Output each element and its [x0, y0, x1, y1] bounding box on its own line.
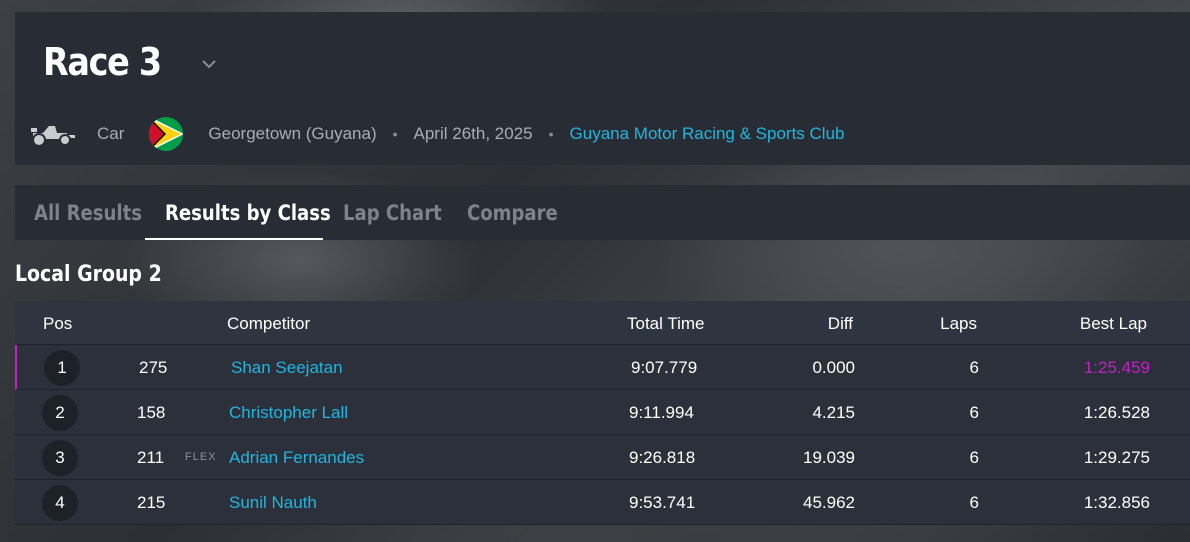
club-link[interactable]: Guyana Motor Racing & Sports Club — [570, 124, 845, 144]
car-number: 211 — [137, 448, 165, 467]
laps: 6 — [969, 403, 979, 422]
race-meta: Car Georgetown (Guyana) • April 26th, 20… — [29, 116, 844, 152]
separator-dot: • — [392, 126, 398, 142]
competitor-link[interactable]: Shan Seejatan — [231, 358, 343, 378]
laps: 6 — [969, 493, 979, 512]
active-tab-indicator — [145, 238, 323, 240]
chevron-down-icon[interactable] — [201, 56, 217, 72]
tab-compare[interactable]: Compare — [467, 185, 558, 240]
vehicle-type: Car — [97, 124, 125, 143]
race-date: April 26th, 2025 — [413, 124, 533, 143]
diff: 19.039 — [803, 448, 855, 467]
results-table: Pos Competitor Total Time Diff Laps Best… — [15, 301, 1190, 525]
car-number: 158 — [137, 403, 166, 422]
header-pos[interactable]: Pos — [43, 314, 72, 334]
position-badge: 4 — [42, 485, 78, 521]
total-time: 9:11.994 — [629, 403, 694, 422]
diff: 45.962 — [803, 493, 855, 512]
tab-lap-chart[interactable]: Lap Chart — [343, 185, 442, 240]
page-title: Race 3 — [43, 40, 162, 84]
results-tabs: All Results Results by Class Lap Chart C… — [15, 185, 1190, 240]
location: Georgetown (Guyana) — [208, 124, 377, 143]
tab-results-by-class[interactable]: Results by Class — [165, 185, 331, 240]
total-time: 9:07.779 — [631, 358, 698, 377]
table-row[interactable]: 2 158 Christopher Lall 9:11.994 4.215 6 … — [15, 390, 1190, 435]
header-laps[interactable]: Laps — [940, 314, 977, 334]
table-row[interactable]: 3 211 FLEX Adrian Fernandes 9:26.818 19.… — [15, 435, 1190, 480]
class-group-title: Local Group 2 — [15, 262, 162, 287]
table-row[interactable]: 4 215 Sunil Nauth 9:53.741 45.962 6 1:32… — [15, 480, 1190, 525]
table-header: Pos Competitor Total Time Diff Laps Best… — [15, 301, 1190, 345]
tab-all-results[interactable]: All Results — [34, 185, 142, 240]
competitor-link[interactable]: Sunil Nauth — [229, 493, 317, 513]
table-row[interactable]: 1 275 Shan Seejatan 9:07.779 0.000 6 1:2… — [15, 345, 1190, 390]
race-header: Race 3 Car Georgetown (Guyana) • April 2… — [15, 12, 1190, 165]
position-badge: 1 — [44, 350, 80, 386]
laps: 6 — [969, 358, 979, 377]
competitor-link[interactable]: Adrian Fernandes — [229, 448, 364, 468]
header-total-time[interactable]: Total Time — [627, 314, 704, 334]
guyana-flag-icon — [149, 117, 184, 151]
best-lap: 1:32.856 — [1083, 493, 1150, 512]
best-lap: 1:25.459 — [1083, 358, 1150, 377]
flex-badge: FLEX — [185, 451, 217, 463]
car-number: 275 — [139, 358, 168, 377]
header-diff[interactable]: Diff — [828, 314, 853, 334]
best-lap: 1:26.528 — [1083, 403, 1150, 422]
total-time: 9:26.818 — [629, 448, 696, 467]
position-badge: 2 — [42, 395, 78, 431]
separator-dot: • — [548, 126, 554, 142]
car-number: 215 — [137, 493, 166, 512]
race-car-icon — [31, 126, 75, 147]
position-badge: 3 — [42, 440, 78, 476]
title-row[interactable]: Race 3 — [43, 40, 216, 84]
total-time: 9:53.741 — [629, 493, 696, 512]
competitor-link[interactable]: Christopher Lall — [229, 403, 348, 423]
header-best-lap[interactable]: Best Lap — [1080, 314, 1147, 334]
header-competitor[interactable]: Competitor — [227, 314, 310, 334]
diff: 4.215 — [812, 403, 855, 422]
best-lap: 1:29.275 — [1083, 448, 1150, 467]
laps: 6 — [969, 448, 979, 467]
diff: 0.000 — [812, 358, 855, 377]
